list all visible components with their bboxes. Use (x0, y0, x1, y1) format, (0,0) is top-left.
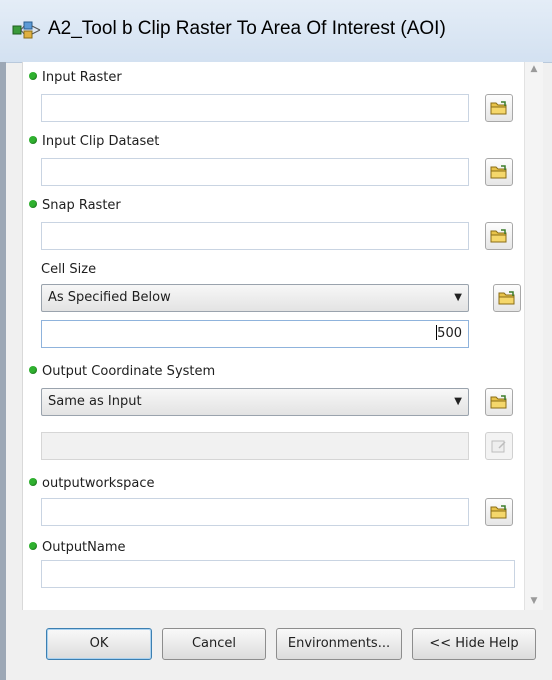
output-coordinate-system-selected: Same as Input (48, 394, 142, 409)
input-clip-dataset-browse-button[interactable] (485, 158, 513, 186)
input-raster-label: Input Raster (29, 70, 122, 85)
parameters-panel: Input Raster Input Clip Dataset Snap Ras… (22, 62, 543, 610)
cell-size-dropdown[interactable]: As Specified Below ▼ (41, 284, 469, 312)
snap-raster-label: Snap Raster (29, 198, 121, 213)
output-coordinate-system-label: Output Coordinate System (29, 364, 215, 379)
hide-help-button[interactable]: << Hide Help (412, 628, 536, 660)
open-folder-icon (490, 394, 508, 410)
title-bar: A2_Tool b Clip Raster To Area Of Interes… (0, 0, 552, 63)
required-indicator-icon (29, 478, 37, 486)
cancel-button[interactable]: Cancel (162, 628, 266, 660)
dropdown-arrow-icon: ▼ (454, 396, 462, 407)
output-name-field[interactable] (41, 560, 515, 588)
open-folder-icon (490, 228, 508, 244)
model-tool-icon (12, 21, 41, 39)
output-name-label: OutputName (29, 540, 126, 555)
vertical-scrollbar[interactable]: ▲ ▼ (524, 62, 543, 610)
window-title: A2_Tool b Clip Raster To Area Of Interes… (48, 18, 446, 39)
output-workspace-field[interactable] (41, 498, 469, 526)
input-clip-dataset-label: Input Clip Dataset (29, 134, 159, 149)
input-clip-dataset-field[interactable] (41, 158, 469, 186)
dropdown-arrow-icon: ▼ (454, 292, 462, 303)
input-raster-field[interactable] (41, 94, 469, 122)
cell-size-label: Cell Size (41, 262, 97, 277)
input-raster-browse-button[interactable] (485, 94, 513, 122)
open-folder-icon (490, 504, 508, 520)
open-folder-icon (490, 100, 508, 116)
open-folder-icon (498, 290, 516, 306)
open-folder-icon (490, 164, 508, 180)
cell-size-value: 500 (437, 326, 462, 341)
required-indicator-icon (29, 542, 37, 550)
coordinate-system-properties-button (485, 432, 513, 460)
coordinate-system-value-field (41, 432, 469, 460)
window-frame-edge (0, 62, 6, 680)
output-coordinate-system-dropdown[interactable]: Same as Input ▼ (41, 388, 469, 416)
required-indicator-icon (29, 366, 37, 374)
required-indicator-icon (29, 72, 37, 80)
output-workspace-label: outputworkspace (29, 476, 154, 491)
required-indicator-icon (29, 136, 37, 144)
cell-size-selected: As Specified Below (48, 290, 171, 305)
required-indicator-icon (29, 200, 37, 208)
snap-raster-browse-button[interactable] (485, 222, 513, 250)
cell-size-browse-button[interactable] (493, 284, 521, 312)
scroll-up-icon[interactable]: ▲ (529, 64, 539, 74)
cell-size-value-field[interactable]: 500 (41, 320, 469, 348)
properties-icon (491, 440, 506, 453)
ok-button[interactable]: OK (46, 628, 152, 660)
environments-button[interactable]: Environments... (276, 628, 402, 660)
snap-raster-field[interactable] (41, 222, 469, 250)
scroll-down-icon[interactable]: ▼ (529, 596, 539, 606)
output-workspace-browse-button[interactable] (485, 498, 513, 526)
output-coordinate-system-browse-button[interactable] (485, 388, 513, 416)
